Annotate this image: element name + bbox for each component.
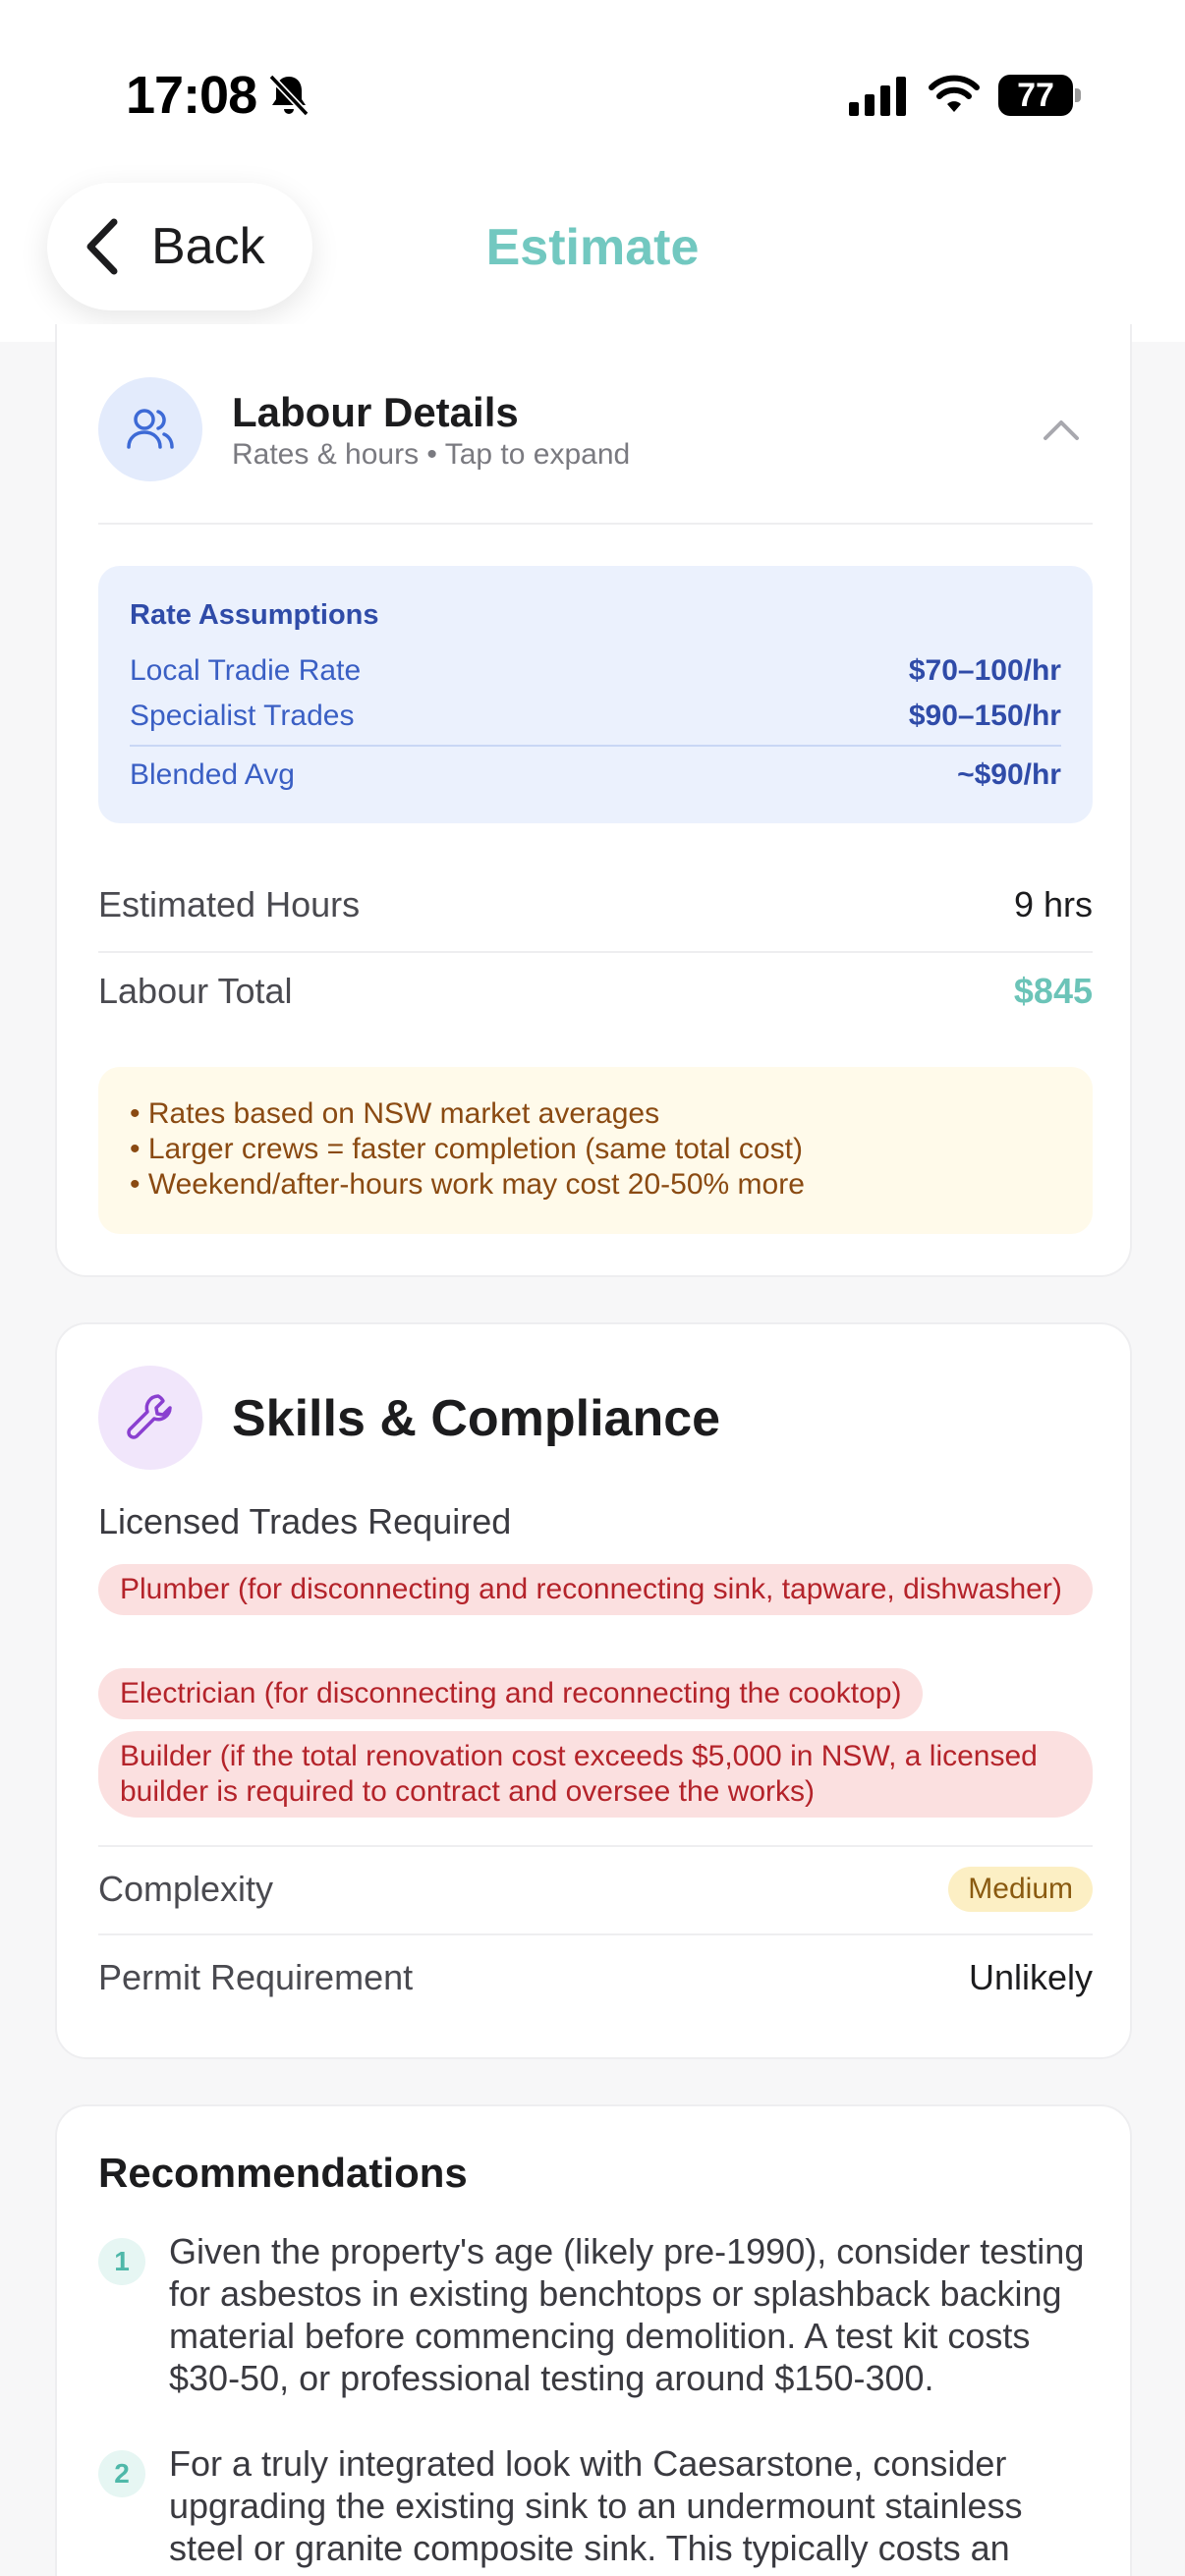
recommendation-text: For a truly integrated look with Caesars… bbox=[169, 2443, 1023, 2568]
chevron-up-icon[interactable] bbox=[1042, 419, 1081, 442]
users-icon bbox=[127, 409, 174, 449]
labour-total-label: Labour Total bbox=[98, 971, 293, 1011]
blended-label: Blended Avg bbox=[130, 758, 295, 791]
note-line: • Larger crews = faster completion (same… bbox=[130, 1133, 803, 1165]
permit-row: Permit Requirement Unlikely bbox=[98, 1957, 1093, 1998]
trade-pill: Builder (if the total renovation cost ex… bbox=[98, 1731, 1093, 1818]
labour-total-value: $845 bbox=[1013, 971, 1093, 1011]
recommendation-item: 1 Given the property's age (likely pre-1… bbox=[98, 2230, 1100, 2399]
rate-assumptions-box: Rate Assumptions Local Tradie Rate $70–1… bbox=[98, 566, 1093, 823]
recommendations-card: Recommendations 1 Given the property's a… bbox=[55, 2104, 1132, 2576]
top-bar: 17:08 77 Back Estimate bbox=[0, 0, 1185, 342]
labour-title: Labour Details bbox=[232, 389, 519, 435]
battery-level: 77 bbox=[998, 75, 1073, 116]
note-line: • Weekend/after-hours work may cost 20-5… bbox=[130, 1168, 805, 1201]
labour-notes-box: • Rates based on NSW market averages • L… bbox=[98, 1067, 1093, 1234]
wrench-icon bbox=[127, 1394, 172, 1439]
estimated-hours-label: Estimated Hours bbox=[98, 884, 361, 924]
labour-total-row: Labour Total $845 bbox=[98, 971, 1093, 1012]
wifi-icon bbox=[929, 75, 980, 112]
skills-icon-circle bbox=[98, 1366, 202, 1470]
cellular-signal-icon bbox=[849, 77, 906, 116]
trade-pill: Plumber (for disconnecting and reconnect… bbox=[98, 1564, 1093, 1615]
divider bbox=[98, 1933, 1093, 1935]
rate-row: Specialist Trades $90–150/hr bbox=[130, 700, 1061, 733]
estimated-hours-value: 9 hrs bbox=[1013, 884, 1093, 924]
page-title: Estimate bbox=[485, 219, 700, 276]
note-line: • Rates based on NSW market averages bbox=[130, 1097, 660, 1130]
rate-row: Local Tradie Rate $70–100/hr bbox=[130, 654, 1061, 688]
labour-icon-circle bbox=[98, 377, 202, 481]
permit-label: Permit Requirement bbox=[98, 1957, 414, 1997]
status-time: 17:08 bbox=[126, 66, 257, 125]
labour-subtitle: Rates & hours • Tap to expand bbox=[232, 438, 631, 471]
rate-label: Local Tradie Rate bbox=[130, 654, 362, 687]
divider bbox=[98, 1845, 1093, 1847]
rate-value: $70–100/hr bbox=[908, 654, 1061, 687]
skills-compliance-card: Skills & Compliance Licensed Trades Requ… bbox=[55, 1322, 1132, 2059]
battery-icon: 77 bbox=[998, 75, 1081, 116]
trade-pill: Electrician (for disconnecting and recon… bbox=[98, 1668, 924, 1719]
rate-assumptions-title: Rate Assumptions bbox=[130, 599, 379, 631]
blended-value: ~$90/hr bbox=[957, 758, 1061, 791]
rate-divider bbox=[130, 745, 1061, 747]
divider bbox=[98, 523, 1093, 525]
licensed-trades-label: Licensed Trades Required bbox=[98, 1501, 512, 1541]
recommendation-text: Given the property's age (likely pre-199… bbox=[169, 2231, 1085, 2398]
blended-rate-row: Blended Avg ~$90/hr bbox=[130, 758, 1061, 792]
recommendations-title: Recommendations bbox=[98, 2150, 468, 2196]
divider bbox=[98, 951, 1093, 953]
recommendation-number: 1 bbox=[98, 2238, 145, 2285]
rate-label: Specialist Trades bbox=[130, 700, 355, 732]
complexity-label: Complexity bbox=[98, 1869, 274, 1909]
complexity-row: Complexity Medium bbox=[98, 1867, 1093, 1912]
labour-details-card: Labour Details Rates & hours • Tap to ex… bbox=[55, 324, 1132, 1277]
rate-value: $90–150/hr bbox=[908, 700, 1061, 732]
complexity-badge: Medium bbox=[948, 1867, 1093, 1912]
permit-value: Unlikely bbox=[968, 1957, 1093, 1997]
bell-muted-icon bbox=[268, 74, 310, 117]
recommendation-item: 2 For a truly integrated look with Caesa… bbox=[98, 2442, 1100, 2569]
recommendation-number: 2 bbox=[98, 2450, 145, 2497]
estimated-hours-row: Estimated Hours 9 hrs bbox=[98, 884, 1093, 925]
skills-title: Skills & Compliance bbox=[232, 1390, 721, 1447]
